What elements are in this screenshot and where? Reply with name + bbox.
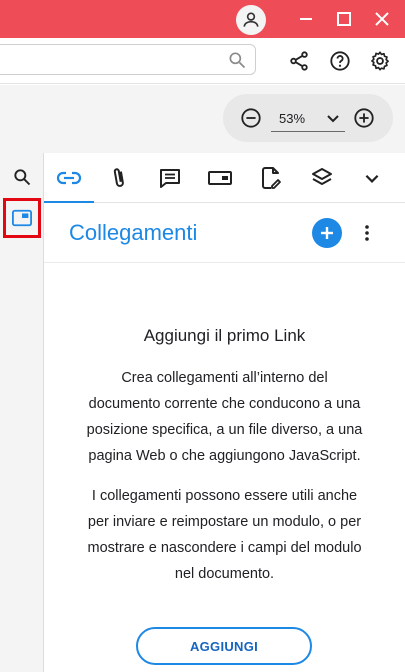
close-icon [375,12,389,26]
add-link-button[interactable] [312,218,342,248]
help-icon [330,51,350,71]
zoom-out-button[interactable] [239,106,263,130]
panel-header: Collegamenti [44,203,405,263]
tab-form-fields[interactable] [195,153,245,203]
zoom-control: 53% [223,94,393,142]
description-line: posizione specifica, a un file diverso, … [86,422,363,438]
close-button[interactable] [366,4,398,34]
search-box[interactable] [0,44,256,75]
share-button[interactable] [286,48,312,74]
comment-icon [160,169,180,188]
empty-state-description: Crea collegamenti all’interno del docume… [70,365,379,469]
more-options-button[interactable] [356,220,378,246]
zoom-bar: 53% [0,85,405,153]
help-button[interactable] [327,48,353,74]
rail-search-button[interactable] [8,163,36,191]
top-toolbar [0,38,405,84]
maximize-icon [337,12,351,26]
description-line: mostrare e nascondere i campi del modulo [87,540,362,556]
tab-links[interactable] [44,153,94,204]
search-icon [14,169,31,186]
panel-title: Collegamenti [69,220,198,245]
tab-more-dropdown[interactable] [347,153,397,203]
description-line: pagina Web o che aggiungono JavaScript. [88,448,361,464]
signature-icon [262,167,281,189]
account-button[interactable] [236,5,266,35]
search-icon[interactable] [227,50,247,75]
rail-thumbnails-button[interactable] [8,204,36,232]
minimize-button[interactable] [290,4,322,34]
zoom-in-button[interactable] [352,106,376,130]
chevron-down-icon [327,115,339,123]
chevron-down-icon [365,174,379,183]
attachment-icon [113,168,124,187]
link-icon [56,171,82,185]
tab-attachments[interactable] [94,153,144,203]
description-line: documento corrente che conducono a una [88,396,361,412]
description-line: nel documento. [174,566,275,582]
zoom-level-value: 53% [279,111,306,126]
zoom-out-icon [241,108,261,128]
search-input[interactable] [5,49,205,71]
settings-icon [371,51,389,71]
plus-icon [321,227,333,239]
empty-state-title: Aggiungi il primo Link [143,326,306,345]
links-empty-state: Aggiungi il primo Link Crea collegamenti… [44,263,405,672]
maximize-button[interactable] [328,4,360,34]
minimize-icon [300,18,312,20]
add-first-link-button[interactable]: AGGIUNGI [136,627,312,665]
tab-signatures[interactable] [246,153,296,203]
empty-state-description-secondary: I collegamenti possono essere utili anch… [70,483,379,587]
layers-icon [312,168,332,185]
left-rail [0,153,44,672]
description-line: per inviare e reimpostare un modulo, o p… [87,514,362,530]
more-vertical-icon [365,225,369,241]
form-field-icon [208,171,232,185]
description-line: Crea collegamenti all’interno del [121,370,328,386]
share-icon [290,51,308,71]
tab-comments[interactable] [145,153,195,203]
title-bar [0,0,405,38]
panel-tab-bar [44,153,405,204]
description-line: I collegamenti possono essere utili anch… [91,488,358,504]
thumbnails-icon [12,209,32,227]
zoom-level-select[interactable]: 53% [271,104,345,132]
tab-layers[interactable] [297,153,347,203]
zoom-in-icon [354,108,374,128]
settings-button[interactable] [367,48,393,74]
account-icon [243,12,259,27]
